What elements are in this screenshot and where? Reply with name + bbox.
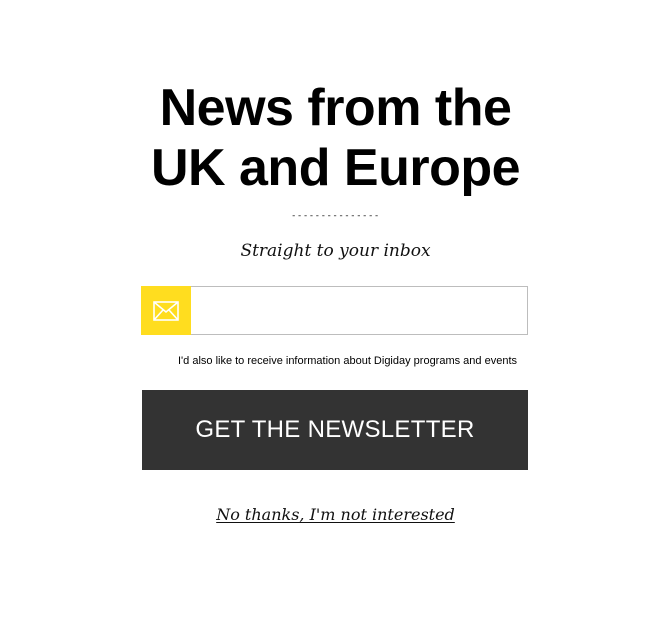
consent-text: I'd also like to receive information abo…	[178, 355, 518, 367]
page-title: News from the UK and Europe	[0, 78, 671, 198]
decline-container: No thanks, I'm not interested	[0, 504, 671, 526]
dashed-divider: ---------------	[291, 211, 378, 221]
tagline: Straight to your inbox	[240, 241, 431, 261]
headline-line-1: News from the	[159, 79, 512, 137]
email-field[interactable]	[191, 286, 528, 335]
envelope-icon-graphic	[153, 300, 179, 321]
email-input-group	[141, 286, 528, 335]
headline-line-2: UK and Europe	[150, 139, 521, 197]
newsletter-signup-modal: News from the UK and Europe ------------…	[0, 0, 671, 617]
get-newsletter-button[interactable]: GET THE NEWSLETTER	[142, 390, 528, 470]
envelope-icon	[141, 286, 191, 335]
decline-link[interactable]: No thanks, I'm not interested	[216, 505, 455, 524]
